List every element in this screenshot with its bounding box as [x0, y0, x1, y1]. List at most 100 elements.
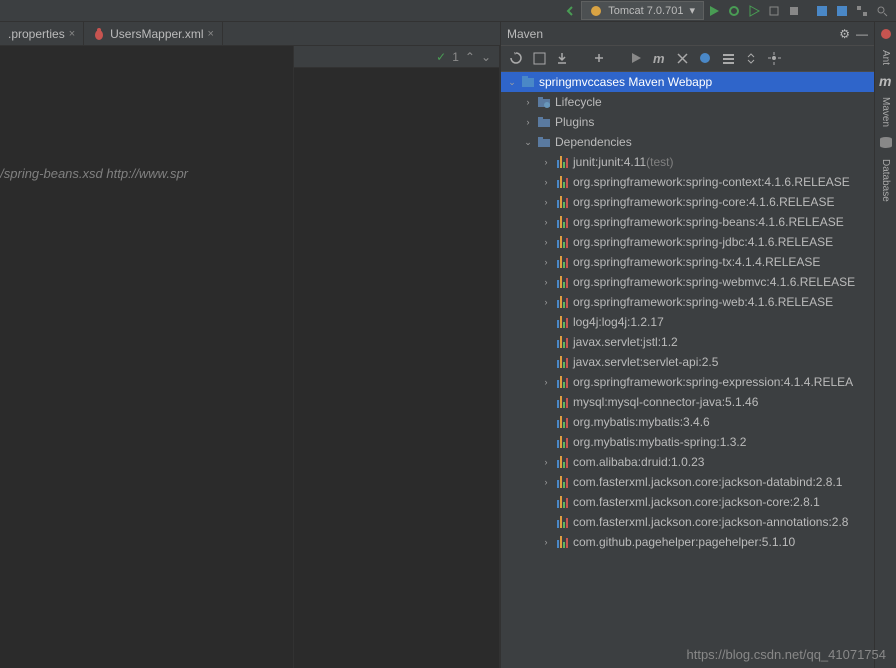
skip-tests-icon[interactable] [698, 51, 713, 66]
ant-label[interactable]: Ant [880, 46, 891, 69]
expand-arrow[interactable]: › [541, 257, 551, 267]
dependency-label: org.mybatis:mybatis:3.4.6 [573, 415, 710, 429]
reimport-icon[interactable] [509, 51, 524, 66]
chevron-down-icon[interactable]: ⌄ [481, 50, 491, 64]
dependency-node[interactable]: org.mybatis:mybatis-spring:1.3.2 [501, 432, 874, 452]
library-icon [554, 514, 570, 530]
main-toolbar: Tomcat 7.0.701 ▾ [0, 0, 896, 22]
coverage-icon[interactable] [746, 3, 762, 19]
editor-left[interactable]: pringframework.org/schema/beans/spring-b… [0, 46, 294, 668]
download-icon[interactable] [555, 51, 570, 66]
stop-icon[interactable] [786, 3, 802, 19]
tab-usersmapper[interactable]: UsersMapper.xml × [84, 22, 223, 46]
dependencies-node[interactable]: ⌄ Dependencies [501, 132, 874, 152]
dependency-node[interactable]: mysql:mysql-connector-java:5.1.46 [501, 392, 874, 412]
show-deps-icon[interactable] [721, 51, 736, 66]
editor-tabs: .properties × UsersMapper.xml × [0, 22, 500, 46]
expand-arrow[interactable]: › [541, 477, 551, 487]
expand-arrow[interactable]: › [541, 377, 551, 387]
expand-arrow[interactable]: ⌄ [507, 77, 517, 88]
svg-text:m: m [879, 73, 891, 89]
lifecycle-node[interactable]: › Lifecycle [501, 92, 874, 112]
search-icon[interactable] [874, 3, 890, 19]
run-icon[interactable] [706, 3, 722, 19]
dependency-label: mysql:mysql-connector-java:5.1.46 [573, 395, 758, 409]
chevron-up-icon[interactable]: ⌃ [465, 50, 475, 64]
dependency-node[interactable]: › org.springframework:spring-jdbc:4.1.6.R… [501, 232, 874, 252]
close-icon[interactable]: × [69, 28, 75, 40]
dependency-label: junit:junit:4.11 [573, 155, 646, 169]
library-icon [554, 454, 570, 470]
tool-strip: Ant m Maven Database [874, 22, 896, 668]
maven-tree[interactable]: ⌄ springmvccases Maven Webapp › Lifecycl… [501, 72, 874, 668]
dependency-node[interactable]: log4j:log4j:1.2.17 [501, 312, 874, 332]
library-icon [554, 194, 570, 210]
panel-title: Maven [507, 27, 543, 41]
dependency-node[interactable]: ›org.springframework:spring-core:4.1.6.R… [501, 192, 874, 212]
expand-arrow[interactable]: › [541, 237, 551, 247]
dependency-node[interactable]: ›org.springframework:spring-web:4.1.6.RE… [501, 292, 874, 312]
minimize-icon[interactable]: — [856, 27, 868, 41]
dependency-label: org.springframework:spring-tx:4.1.4.RELE… [573, 255, 820, 269]
maven-label[interactable]: Maven [880, 93, 891, 131]
ant-icon[interactable] [878, 26, 894, 42]
gear-icon[interactable]: ⚙ [839, 27, 850, 41]
dependency-node[interactable]: ›org.springframework:spring-context:4.1.… [501, 172, 874, 192]
dependency-node[interactable]: ›com.fasterxml.jackson.core:jackson-data… [501, 472, 874, 492]
dependency-node[interactable]: › org.springframework:spring-tx:4.1.4.REL… [501, 252, 874, 272]
add-icon[interactable] [592, 51, 607, 66]
dependency-label: javax.servlet:jstl:1.2 [573, 335, 678, 349]
library-icon [554, 354, 570, 370]
expand-arrow[interactable]: › [523, 97, 533, 107]
dependency-node[interactable]: com.fasterxml.jackson.core:jackson-annot… [501, 512, 874, 532]
dependency-node[interactable]: ›junit:junit:4.11 (test) [501, 152, 874, 172]
chevron-down-icon: ▾ [689, 4, 695, 17]
run-config-combo[interactable]: Tomcat 7.0.701 ▾ [581, 1, 704, 20]
generate-icon[interactable] [532, 51, 547, 66]
run-icon[interactable] [629, 51, 644, 66]
m-icon[interactable]: m [652, 51, 667, 66]
expand-arrow[interactable]: › [541, 177, 551, 187]
toggle-offline-icon[interactable] [675, 51, 690, 66]
dependency-node[interactable]: ›org.springframework:spring-webmvc:4.1.6… [501, 272, 874, 292]
expand-arrow[interactable]: › [541, 457, 551, 467]
database-icon[interactable] [878, 135, 894, 151]
dependency-node[interactable]: ›com.alibaba:druid:1.0.23 [501, 452, 874, 472]
structure-icon[interactable] [854, 3, 870, 19]
library-icon [554, 374, 570, 390]
check-icon: ✓ [436, 50, 446, 64]
dependency-node[interactable]: com.fasterxml.jackson.core:jackson-core:… [501, 492, 874, 512]
expand-arrow[interactable]: › [541, 217, 551, 227]
project-node[interactable]: ⌄ springmvccases Maven Webapp [501, 72, 874, 92]
plugins-node[interactable]: › Plugins [501, 112, 874, 132]
database-label[interactable]: Database [880, 155, 891, 206]
bug-icon [92, 27, 106, 41]
profile-icon[interactable] [766, 3, 782, 19]
tab-properties[interactable]: .properties × [0, 22, 84, 46]
svg-text:m: m [653, 51, 665, 66]
dependency-node[interactable]: › com.github.pagehelper:pagehelper:5.1.10 [501, 532, 874, 552]
dependency-label: org.springframework:spring-jdbc:4.1.6.RE… [573, 235, 833, 249]
expand-arrow[interactable]: › [541, 157, 551, 167]
settings-icon[interactable] [767, 51, 782, 66]
expand-arrow[interactable]: › [541, 297, 551, 307]
git-icon[interactable] [834, 3, 850, 19]
expand-arrow[interactable]: › [541, 197, 551, 207]
expand-arrow[interactable]: ⌄ [523, 137, 533, 148]
editor-right[interactable]: ✓ 1 ⌃ ⌄ [294, 46, 500, 668]
collapse-icon[interactable] [744, 51, 759, 66]
expand-arrow[interactable]: › [541, 277, 551, 287]
dependency-node[interactable]: ›org.springframework:spring-beans:4.1.6.… [501, 212, 874, 232]
expand-arrow[interactable]: › [541, 537, 551, 547]
close-icon[interactable]: × [208, 28, 214, 40]
update-icon[interactable] [814, 3, 830, 19]
dependency-label: com.github.pagehelper:pagehelper:5.1.10 [573, 535, 795, 549]
dependency-node[interactable]: org.mybatis:mybatis:3.4.6 [501, 412, 874, 432]
back-icon[interactable] [563, 3, 579, 19]
dependency-node[interactable]: javax.servlet:servlet-api:2.5 [501, 352, 874, 372]
maven-icon[interactable]: m [878, 73, 894, 89]
expand-arrow[interactable]: › [523, 117, 533, 127]
debug-icon[interactable] [726, 3, 742, 19]
dependency-node[interactable]: javax.servlet:jstl:1.2 [501, 332, 874, 352]
dependency-node[interactable]: ›org.springframework:spring-expression:4… [501, 372, 874, 392]
